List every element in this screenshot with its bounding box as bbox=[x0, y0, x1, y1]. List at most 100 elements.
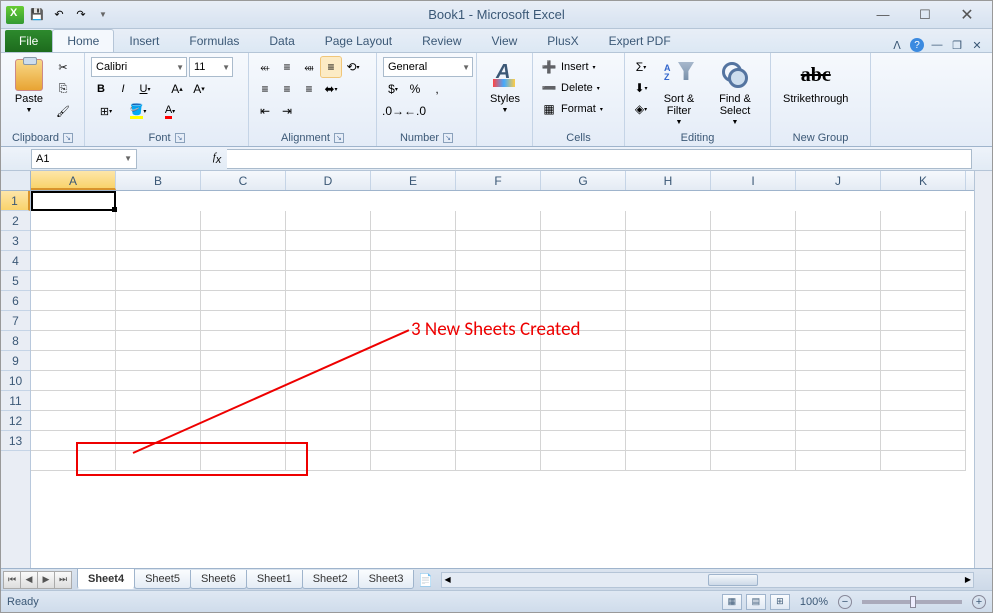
strikethrough-button[interactable]: abc Strikethrough bbox=[777, 57, 854, 107]
cell[interactable] bbox=[286, 371, 371, 391]
font-color-button[interactable]: A▾ bbox=[155, 101, 185, 121]
row-header-3[interactable]: 3 bbox=[1, 231, 30, 251]
cell[interactable] bbox=[31, 231, 116, 251]
tab-nav-first[interactable]: ⏮ bbox=[3, 571, 21, 589]
cell[interactable] bbox=[541, 251, 626, 271]
insert-cells-button[interactable]: ➕Insert▾ bbox=[539, 57, 596, 77]
cell[interactable] bbox=[541, 411, 626, 431]
cell[interactable] bbox=[711, 291, 796, 311]
cell[interactable] bbox=[881, 451, 966, 471]
cell[interactable] bbox=[456, 391, 541, 411]
cell[interactable] bbox=[711, 451, 796, 471]
cell[interactable] bbox=[796, 271, 881, 291]
row-header-11[interactable]: 11 bbox=[1, 391, 30, 411]
column-header-I[interactable]: I bbox=[711, 171, 796, 190]
cell[interactable] bbox=[201, 251, 286, 271]
cell[interactable] bbox=[116, 311, 201, 331]
cell[interactable] bbox=[541, 271, 626, 291]
cell[interactable] bbox=[541, 371, 626, 391]
cell[interactable] bbox=[116, 271, 201, 291]
cell[interactable] bbox=[456, 411, 541, 431]
sheet-tab-sheet2[interactable]: Sheet2 bbox=[302, 570, 359, 589]
tab-view[interactable]: View bbox=[477, 29, 533, 52]
zoom-level[interactable]: 100% bbox=[800, 596, 828, 608]
workbook-minimize-icon[interactable]: — bbox=[930, 38, 944, 52]
cell[interactable] bbox=[626, 391, 711, 411]
cell[interactable] bbox=[116, 231, 201, 251]
cell[interactable] bbox=[881, 271, 966, 291]
cell[interactable] bbox=[371, 411, 456, 431]
cell[interactable] bbox=[31, 451, 116, 471]
view-page-break-button[interactable]: ⊞ bbox=[770, 594, 790, 610]
horizontal-scrollbar[interactable]: ◀ ▶ bbox=[441, 572, 974, 588]
cell[interactable] bbox=[626, 291, 711, 311]
sheet-tab-sheet3[interactable]: Sheet3 bbox=[358, 570, 415, 589]
cell[interactable] bbox=[796, 451, 881, 471]
help-icon[interactable]: ? bbox=[910, 38, 924, 52]
cell[interactable] bbox=[201, 331, 286, 351]
cell[interactable] bbox=[371, 251, 456, 271]
cells-area[interactable]: 3 New Sheets Created bbox=[31, 191, 974, 568]
cell[interactable] bbox=[626, 251, 711, 271]
autosum-button[interactable]: Σ▾ bbox=[631, 57, 651, 77]
cell[interactable] bbox=[796, 331, 881, 351]
tab-nav-prev[interactable]: ◀ bbox=[20, 571, 38, 589]
cell[interactable] bbox=[796, 231, 881, 251]
cell[interactable] bbox=[711, 331, 796, 351]
cell[interactable] bbox=[456, 351, 541, 371]
cell[interactable] bbox=[456, 211, 541, 231]
number-launcher[interactable]: ↘ bbox=[443, 133, 453, 143]
delete-cells-button[interactable]: ➖Delete▾ bbox=[539, 78, 600, 98]
cell[interactable] bbox=[711, 231, 796, 251]
fill-color-button[interactable]: 🪣▾ bbox=[123, 101, 153, 121]
underline-button[interactable]: U▾ bbox=[135, 79, 155, 99]
cell[interactable] bbox=[541, 391, 626, 411]
cell[interactable] bbox=[626, 271, 711, 291]
cell[interactable] bbox=[626, 371, 711, 391]
orientation-button[interactable]: ⟲▾ bbox=[343, 57, 363, 77]
name-box[interactable]: A1▼ bbox=[31, 149, 137, 169]
cell[interactable] bbox=[371, 371, 456, 391]
cell[interactable] bbox=[626, 331, 711, 351]
cell[interactable] bbox=[626, 231, 711, 251]
cell[interactable] bbox=[201, 431, 286, 451]
tab-expert-pdf[interactable]: Expert PDF bbox=[594, 29, 686, 52]
sheet-tab-sheet5[interactable]: Sheet5 bbox=[134, 570, 191, 589]
cell[interactable] bbox=[31, 371, 116, 391]
cell[interactable] bbox=[31, 311, 116, 331]
cell[interactable] bbox=[31, 271, 116, 291]
cell[interactable] bbox=[371, 451, 456, 471]
new-sheet-button[interactable]: 📄 bbox=[413, 573, 437, 587]
cell[interactable] bbox=[201, 351, 286, 371]
cell[interactable] bbox=[116, 431, 201, 451]
cell[interactable] bbox=[286, 451, 371, 471]
increase-indent-button[interactable]: ⇥ bbox=[277, 101, 297, 121]
cell[interactable] bbox=[201, 371, 286, 391]
cell[interactable] bbox=[31, 351, 116, 371]
cell[interactable] bbox=[881, 411, 966, 431]
cell[interactable] bbox=[796, 251, 881, 271]
clear-button[interactable]: ◈▾ bbox=[631, 99, 651, 119]
cell[interactable] bbox=[286, 411, 371, 431]
vertical-scrollbar[interactable] bbox=[974, 171, 992, 568]
cell[interactable] bbox=[541, 331, 626, 351]
find-select-button[interactable]: Find & Select▼ bbox=[707, 57, 763, 128]
cell[interactable] bbox=[626, 211, 711, 231]
cell[interactable] bbox=[456, 431, 541, 451]
cell[interactable] bbox=[881, 291, 966, 311]
column-header-F[interactable]: F bbox=[456, 171, 541, 190]
cell[interactable] bbox=[201, 311, 286, 331]
tab-plusx[interactable]: PlusX bbox=[532, 29, 593, 52]
cell[interactable] bbox=[796, 211, 881, 231]
cell[interactable] bbox=[881, 251, 966, 271]
column-header-J[interactable]: J bbox=[796, 171, 881, 190]
grow-font-button[interactable]: A▴ bbox=[167, 79, 187, 99]
column-header-K[interactable]: K bbox=[881, 171, 966, 190]
sheet-tab-sheet4[interactable]: Sheet4 bbox=[77, 569, 135, 589]
cell[interactable] bbox=[711, 411, 796, 431]
cell[interactable] bbox=[286, 271, 371, 291]
align-right-button[interactable]: ≡ bbox=[299, 79, 319, 99]
cell[interactable] bbox=[541, 291, 626, 311]
zoom-in-button[interactable]: + bbox=[972, 595, 986, 609]
select-all-corner[interactable] bbox=[1, 171, 31, 191]
